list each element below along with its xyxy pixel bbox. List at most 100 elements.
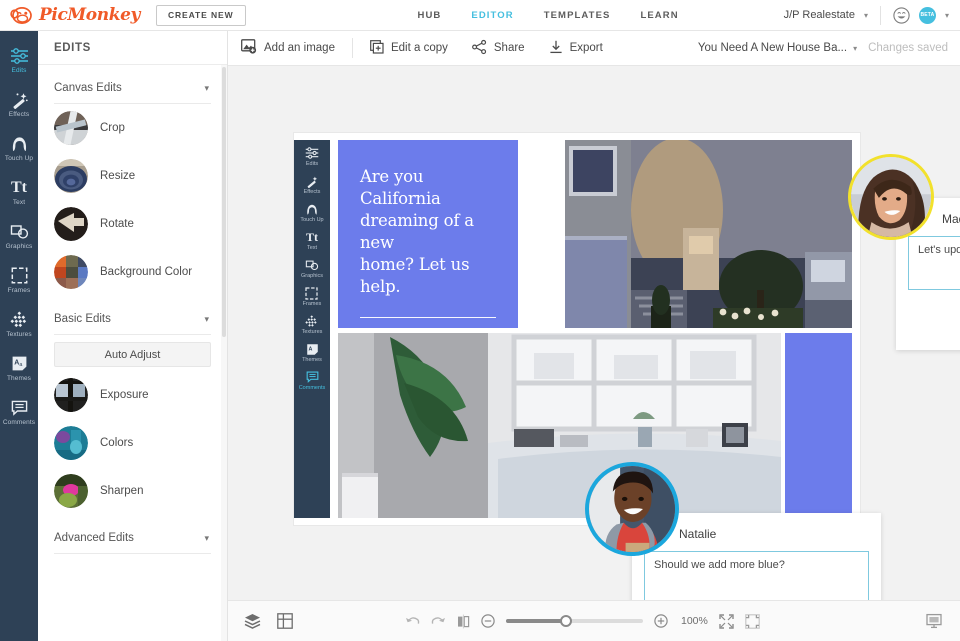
- avatar-natalie[interactable]: [585, 462, 679, 556]
- speech-bubble-icon: [9, 398, 29, 417]
- text-tt-icon: Tt: [9, 178, 29, 197]
- rail-item-comments[interactable]: Comments: [0, 392, 38, 431]
- nav-hub[interactable]: HUB: [418, 10, 442, 21]
- zoom-slider[interactable]: [506, 619, 643, 623]
- diamond-grid-icon: [304, 314, 319, 328]
- section-basic-edits[interactable]: Basic Edits ▾: [38, 296, 227, 334]
- edit-item-resize[interactable]: Resize: [38, 152, 227, 200]
- themes-icon: A a: [9, 354, 29, 373]
- fit-to-screen-icon[interactable]: [719, 614, 734, 629]
- section-title: Canvas Edits: [54, 82, 122, 94]
- section-canvas-edits[interactable]: Canvas Edits ▾: [38, 65, 227, 103]
- speech-bubble-icon: [305, 370, 320, 384]
- comment-actions: Post Cancel: [896, 290, 960, 324]
- rail-item-textures[interactable]: Textures: [0, 304, 38, 343]
- bottom-center-tools: 100%: [405, 614, 760, 629]
- editor-toolbar: Add an image Edit a copy: [228, 31, 960, 66]
- diamond-grid-icon: [9, 310, 29, 329]
- exposure-thumbnail: [54, 378, 88, 412]
- account-name[interactable]: J/P Realestate: [784, 9, 855, 21]
- nav-learn[interactable]: LEARN: [640, 10, 678, 21]
- edit-copy-button[interactable]: Edit a copy: [358, 31, 460, 66]
- edit-item-crop[interactable]: Crop: [38, 104, 227, 152]
- nav-templates[interactable]: TEMPLATES: [544, 10, 611, 21]
- zoom-slider-handle[interactable]: [560, 615, 572, 627]
- rail-item-effects[interactable]: Effects: [0, 84, 38, 123]
- quote-line-2: dreaming of a new: [360, 210, 496, 254]
- rail-item-frames[interactable]: Frames: [0, 260, 38, 299]
- rail-label-comments: Comments: [3, 419, 35, 426]
- quote-line-3: home? Let us help.: [360, 254, 496, 298]
- chevron-down-icon[interactable]: ▾: [204, 533, 209, 544]
- edit-item-rotate[interactable]: Rotate: [38, 200, 227, 248]
- redo-icon[interactable]: [431, 615, 446, 628]
- frame-icon: [304, 286, 319, 300]
- zoom-in-icon[interactable]: [654, 614, 668, 628]
- avatar-madison[interactable]: [848, 154, 934, 240]
- edit-label: Exposure: [100, 389, 149, 401]
- magic-wand-icon: [305, 174, 320, 188]
- quote-line-1: Are you California: [360, 166, 496, 210]
- flip-horizontal-icon[interactable]: [457, 614, 470, 629]
- chevron-down-icon[interactable]: ▾: [864, 11, 868, 20]
- file-chevron-down-icon[interactable]: ▾: [853, 44, 857, 53]
- edit-item-sharpen[interactable]: Sharpen: [38, 467, 227, 515]
- bottom-left-tools: [228, 613, 293, 629]
- rail-item-themes[interactable]: A a Themes: [0, 348, 38, 387]
- canvas-workspace[interactable]: Edits Effects: [228, 66, 960, 600]
- zoom-out-icon[interactable]: [481, 614, 495, 628]
- design-canvas[interactable]: Edits Effects: [294, 133, 860, 525]
- auto-adjust-button[interactable]: Auto Adjust: [54, 342, 211, 367]
- panel-scrollbar[interactable]: [221, 65, 227, 641]
- create-new-button[interactable]: CREATE NEW: [156, 5, 246, 26]
- face-icon: [305, 202, 320, 216]
- rail-item-edits[interactable]: Edits: [0, 40, 38, 79]
- edit-label: Sharpen: [100, 485, 143, 497]
- section-advanced-edits[interactable]: Advanced Edits ▾: [38, 515, 227, 553]
- edit-item-exposure[interactable]: Exposure: [38, 371, 227, 419]
- layers-icon[interactable]: [244, 613, 261, 629]
- edit-label: Background Color: [100, 266, 192, 278]
- nav-editor[interactable]: EDITOR: [471, 10, 513, 21]
- canvas-rail-label: Themes: [302, 357, 322, 363]
- chevron-down-icon[interactable]: ▾: [204, 314, 209, 325]
- save-status: Changes saved: [868, 42, 948, 54]
- smiley-face-icon[interactable]: [893, 7, 910, 24]
- main-nav: HUB EDITOR TEMPLATES LEARN: [418, 10, 679, 21]
- edit-item-background-color[interactable]: Background Color: [38, 248, 227, 296]
- present-icon[interactable]: [926, 613, 942, 629]
- comment-textarea[interactable]: Let's update the image to the new listin…: [908, 236, 960, 290]
- share-button[interactable]: Share: [460, 31, 537, 66]
- picmonkey-logo[interactable]: PicMonkey: [10, 5, 140, 25]
- undo-icon[interactable]: [405, 615, 420, 628]
- edit-label: Rotate: [100, 218, 134, 230]
- copy-icon: [370, 40, 384, 57]
- rail-item-graphics[interactable]: Graphics: [0, 216, 38, 255]
- panel-title: EDITS: [54, 42, 91, 54]
- header-divider: [880, 6, 881, 25]
- canvas-house-photo[interactable]: [565, 140, 852, 328]
- avatar-chevron-down-icon[interactable]: ▾: [945, 11, 949, 20]
- canvas-rail-label: Text: [307, 245, 317, 251]
- comment-textarea[interactable]: Should we add more blue?: [644, 551, 869, 600]
- rail-label-edits: Edits: [12, 67, 27, 74]
- rail-item-touch-up[interactable]: Touch Up: [0, 128, 38, 167]
- canvas-bedroom-photo[interactable]: [338, 333, 781, 518]
- export-button[interactable]: Export: [537, 31, 615, 66]
- download-icon: [549, 40, 563, 57]
- beta-avatar-badge[interactable]: BETA: [919, 7, 936, 24]
- add-image-button[interactable]: Add an image: [228, 31, 347, 66]
- chevron-down-icon[interactable]: ▾: [204, 83, 209, 94]
- canvas-quote-tile[interactable]: Are you California dreaming of a new hom…: [338, 140, 518, 328]
- crop-view-icon[interactable]: [745, 614, 760, 629]
- canvas-rail-item-comments: Comments: [299, 370, 326, 391]
- rail-item-text[interactable]: Tt Text: [0, 172, 38, 211]
- grid-layout-icon[interactable]: [277, 613, 293, 629]
- rail-label-effects: Effects: [9, 111, 29, 118]
- file-title[interactable]: You Need A New House Ba...: [698, 42, 847, 54]
- canvas-blue-block[interactable]: [785, 333, 852, 518]
- svg-text:a: a: [19, 362, 22, 368]
- edit-item-colors[interactable]: Colors: [38, 419, 227, 467]
- bottom-toolbar: 100%: [228, 600, 960, 641]
- header-right: J/P Realestate ▾ BETA ▾: [784, 6, 960, 25]
